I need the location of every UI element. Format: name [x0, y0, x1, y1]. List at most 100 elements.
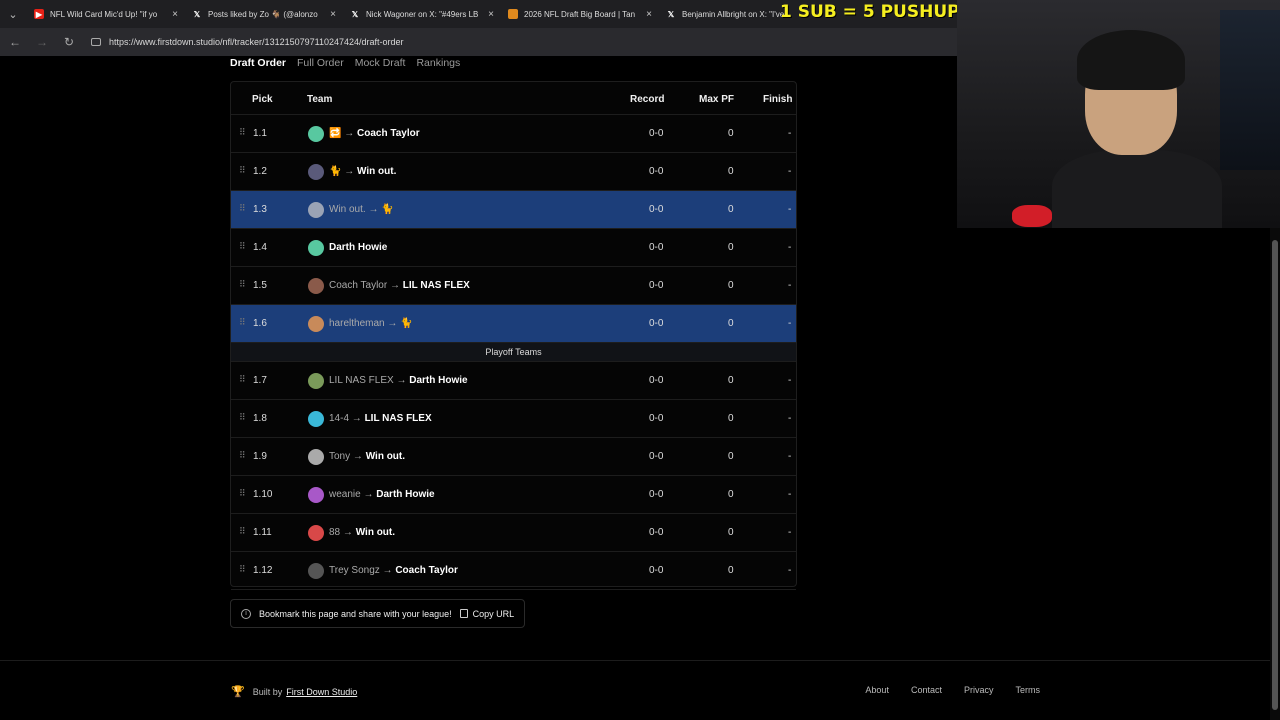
close-tab-icon[interactable]: × [172, 9, 178, 20]
finish-value: - [788, 166, 792, 177]
drag-handle-icon[interactable]: ⠿ [239, 317, 246, 328]
avatar [308, 164, 324, 180]
arrow-icon: → [387, 318, 398, 329]
url-field[interactable]: https://www.firstdown.studio/nfl/tracker… [91, 37, 404, 47]
reload-icon[interactable]: ↻ [57, 35, 81, 49]
finish-value: - [788, 204, 792, 215]
drag-handle-icon[interactable]: ⠿ [239, 488, 246, 499]
table-row[interactable]: ⠿ 1.1 🔁 → Coach Taylor 0-0 0 - [231, 115, 796, 153]
current-owner: Win out. [357, 166, 397, 177]
table-row[interactable]: ⠿ 1.11 88 → Win out. 0-0 0 - [231, 514, 796, 552]
table-row[interactable]: ⠿ 1.10 weanie → Darth Howie 0-0 0 - [231, 476, 796, 514]
tab-draft-order[interactable]: Draft Order [230, 57, 286, 69]
forward-icon[interactable]: → [30, 35, 54, 49]
drag-handle-icon[interactable]: ⠿ [239, 564, 246, 575]
table-row[interactable]: ⠿ 1.5 Coach Taylor → LIL NAS FLEX 0-0 0 - [231, 267, 796, 305]
drag-handle-icon[interactable]: ⠿ [239, 374, 246, 385]
max-pf-value: 0 [728, 204, 734, 215]
studio-link[interactable]: First Down Studio [286, 687, 357, 697]
close-tab-icon[interactable]: × [646, 9, 652, 20]
table-row[interactable]: ⠿ 1.8 14-4 → LIL NAS FLEX 0-0 0 - [231, 400, 796, 438]
drag-handle-icon[interactable]: ⠿ [239, 279, 246, 290]
site-info-icon[interactable] [91, 38, 101, 46]
current-owner: LIL NAS FLEX [402, 280, 470, 291]
browser-tab[interactable]: 𝕏 Nick Wagoner on X: "#49ers LB × [342, 0, 500, 28]
x-icon: 𝕏 [667, 9, 675, 19]
finish-value: - [788, 565, 792, 576]
pick-number: 1.8 [253, 413, 267, 424]
avatar [308, 202, 324, 218]
original-owner: Tony [329, 451, 351, 462]
tab-mock-draft[interactable]: Mock Draft [355, 57, 406, 69]
record-value: 0-0 [649, 489, 664, 500]
close-tab-icon[interactable]: × [488, 9, 494, 20]
team-cell: 88 → Win out. [329, 527, 395, 538]
tab-search-icon[interactable]: ⌄ [0, 8, 26, 21]
copy-url-button[interactable]: Copy URL [459, 608, 515, 619]
table-row[interactable]: ⠿ 1.12 Trey Songz → Coach Taylor 0-0 0 - [231, 552, 796, 590]
record-value: 0-0 [649, 242, 664, 253]
table-row[interactable]: ⠿ 1.2 🐈 → Win out. 0-0 0 - [231, 153, 796, 191]
drag-handle-icon[interactable]: ⠿ [239, 165, 246, 176]
pick-number: 1.11 [253, 527, 272, 538]
current-owner: Coach Taylor [395, 565, 458, 576]
x-icon: 𝕏 [193, 9, 201, 19]
close-tab-icon[interactable]: × [330, 9, 336, 20]
record-value: 0-0 [649, 451, 664, 462]
tab-title: 2026 NFL Draft Big Board | Tan [524, 9, 636, 19]
tab-full-order[interactable]: Full Order [297, 57, 344, 69]
pick-number: 1.2 [253, 166, 267, 177]
record-value: 0-0 [649, 527, 664, 538]
avatar [308, 316, 324, 332]
finish-value: - [788, 375, 792, 386]
copy-icon [459, 609, 468, 618]
team-cell: Win out. → 🐈 [329, 204, 394, 215]
copy-url-label: Copy URL [472, 608, 515, 619]
table-row[interactable]: ⠿ 1.6 hareltheman → 🐈 0-0 0 - [231, 305, 796, 343]
drag-handle-icon[interactable]: ⠿ [239, 412, 246, 423]
original-owner: 🐈 [329, 166, 342, 177]
record-value: 0-0 [649, 413, 664, 424]
footer-link-contact[interactable]: Contact [911, 685, 942, 695]
browser-tab[interactable]: ▶ NFL Wild Card Mic'd Up! "if yo × [26, 0, 184, 28]
back-icon[interactable]: ← [3, 35, 27, 49]
team-cell: hareltheman → 🐈 [329, 318, 413, 329]
drag-handle-icon[interactable]: ⠿ [239, 241, 246, 252]
drag-handle-icon[interactable]: ⠿ [239, 450, 246, 461]
drag-handle-icon[interactable]: ⠿ [239, 127, 246, 138]
original-owner: Win out. [329, 204, 366, 215]
avatar [308, 373, 324, 389]
scrollbar-thumb[interactable] [1272, 240, 1278, 710]
table-row[interactable]: ⠿ 1.3 Win out. → 🐈 0-0 0 - [231, 191, 796, 229]
footer-link-terms[interactable]: Terms [1016, 685, 1041, 695]
table-header: Pick Team Record Max PF Finish [231, 82, 796, 115]
drag-handle-icon[interactable]: ⠿ [239, 526, 246, 537]
record-value: 0-0 [649, 565, 664, 576]
max-pf-value: 0 [728, 318, 734, 329]
team-cell: 14-4 → LIL NAS FLEX [329, 413, 432, 424]
table-row[interactable]: ⠿ 1.9 Tony → Win out. 0-0 0 - [231, 438, 796, 476]
stream-overlay-text: 1 SUB = 5 PUSHUPS [780, 2, 972, 22]
arrow-icon: → [396, 375, 407, 386]
col-max-pf: Max PF [699, 94, 735, 105]
max-pf-value: 0 [728, 413, 734, 424]
team-cell: 🐈 → Win out. [329, 166, 396, 177]
drag-handle-icon[interactable]: ⠿ [239, 203, 246, 214]
tab-rankings[interactable]: Rankings [416, 57, 460, 69]
original-owner: LIL NAS FLEX [329, 375, 394, 386]
current-owner: Darth Howie [376, 489, 435, 500]
browser-tab[interactable]: 𝕏 Posts liked by Zo 🐐 (@alonzo × [184, 0, 342, 28]
footer-link-about[interactable]: About [865, 685, 889, 695]
table-row[interactable]: ⠿ 1.7 LIL NAS FLEX → Darth Howie 0-0 0 - [231, 362, 796, 400]
original-owner: Trey Songz [329, 565, 380, 576]
tab-title: NFL Wild Card Mic'd Up! "if yo [50, 9, 158, 19]
footer-link-privacy[interactable]: Privacy [964, 685, 994, 695]
pick-number: 1.5 [253, 280, 267, 291]
browser-tab[interactable]: 2026 NFL Draft Big Board | Tan × [500, 0, 658, 28]
finish-value: - [788, 527, 792, 538]
record-value: 0-0 [649, 166, 664, 177]
avatar [308, 240, 324, 256]
arrow-icon: → [342, 527, 353, 538]
current-owner: Darth Howie [409, 375, 468, 386]
table-row[interactable]: ⠿ 1.4 Darth Howie 0-0 0 - [231, 229, 796, 267]
